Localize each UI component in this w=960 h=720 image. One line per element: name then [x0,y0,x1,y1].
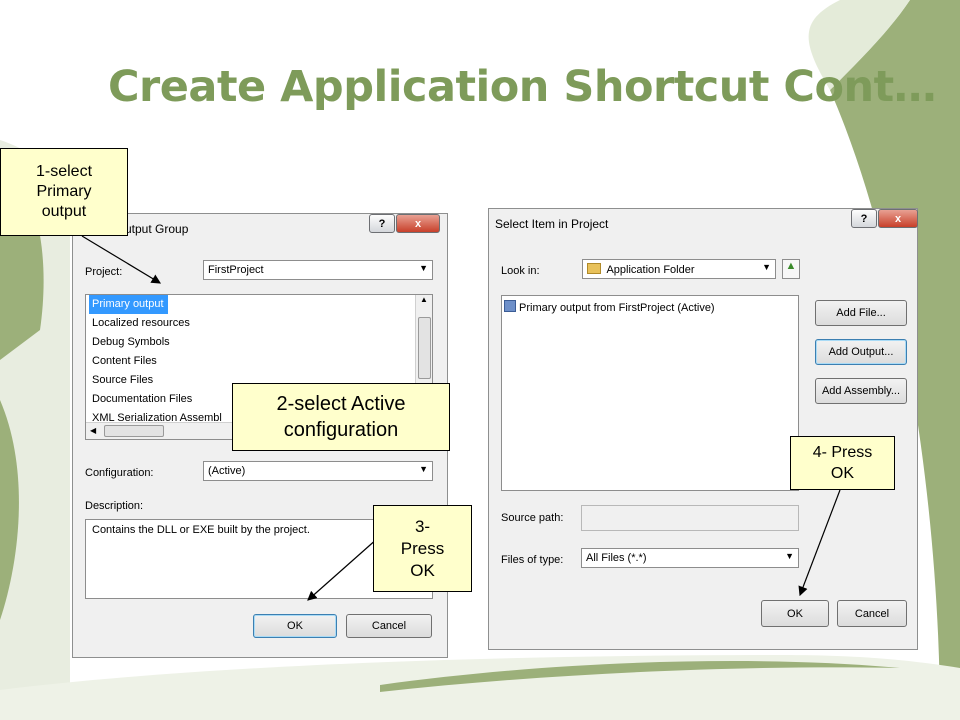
configuration-label: Configuration: [85,467,154,479]
chevron-down-icon: ▼ [419,464,428,474]
description-text: Contains the DLL or EXE built by the pro… [92,524,310,536]
description-label: Description: [85,500,144,512]
project-label: Project: [85,266,123,278]
folder-up-icon: ▲ [785,260,797,272]
callout-line: 3- [414,516,431,536]
list-item[interactable]: Localized resources [86,314,432,333]
list-item[interactable]: Primary output [86,295,432,314]
cancel-button[interactable]: Cancel [837,600,907,627]
add-assembly-button[interactable]: Add Assembly... [815,378,907,404]
callout-step-2: 2-select Active configuration [232,383,450,451]
h-scroll-thumb[interactable] [104,425,164,437]
callout-line: output [41,203,87,220]
source-path-field [581,505,799,531]
list-item-label: Debug Symbols [92,336,170,348]
callout-step-1: 1-select Primary output [0,148,128,236]
list-item[interactable]: Primary output from FirstProject (Active… [504,300,796,314]
source-path-label: Source path: [501,512,564,524]
scroll-thumb[interactable] [418,317,431,379]
ok-button[interactable]: OK [761,600,829,627]
select-item-in-project-dialog: Select Item in Project ? x Look in: Appl… [488,208,918,650]
look-in-combobox-value: Application Folder [606,264,695,276]
look-in-combobox[interactable]: Application Folder ▼ [582,259,776,279]
folder-up-button[interactable]: ▲ [782,259,800,279]
files-of-type-label: Files of type: [501,554,564,566]
help-button[interactable]: ? [851,209,877,228]
close-button[interactable]: x [396,214,440,233]
callout-line: OK [830,465,855,482]
callout-line: 2-select Active [276,393,406,415]
configuration-combobox[interactable]: (Active) ▼ [203,461,433,481]
configuration-combobox-value: (Active) [208,465,246,477]
callout-line: Primary [36,183,92,200]
output-icon [504,300,516,312]
callout-line: OK [410,560,435,580]
scroll-up-icon[interactable]: ▲ [416,295,432,304]
list-item[interactable]: Debug Symbols [86,333,432,352]
cancel-button[interactable]: Cancel [346,614,432,638]
help-button[interactable]: ? [369,214,395,233]
look-in-label: Look in: [501,265,540,277]
slide-title: Create Application Shortcut Cont… [108,62,937,112]
list-item-label: Source Files [92,374,154,386]
callout-line: 4- Press [812,444,873,461]
chevron-down-icon: ▼ [419,263,428,273]
items-listbox[interactable]: Primary output from FirstProject (Active… [501,295,799,491]
dialog-title: Select Item in Project [495,217,609,231]
list-item-label: Primary output [89,295,168,314]
files-of-type-combobox[interactable]: All Files (*.*) ▼ [581,548,799,568]
callout-line: 1-select [35,163,93,180]
folder-icon [587,263,601,274]
callout-line: Press [400,538,445,558]
close-button[interactable]: x [878,209,918,228]
ok-button[interactable]: OK [253,614,337,638]
project-combobox[interactable]: FirstProject ▼ [203,260,433,280]
files-of-type-value: All Files (*.*) [586,552,647,564]
list-item-label: Documentation Files [92,393,193,405]
list-item-label: Localized resources [92,317,190,329]
scroll-left-icon[interactable]: ◀ [90,426,96,435]
callout-line: configuration [283,419,399,441]
project-combobox-value: FirstProject [208,264,264,276]
list-item-label: Content Files [92,355,157,367]
item-label: Primary output from FirstProject (Active… [519,302,715,314]
chevron-down-icon: ▼ [762,262,771,272]
callout-step-3: 3- Press OK [373,505,472,592]
add-file-button[interactable]: Add File... [815,300,907,326]
chevron-down-icon: ▼ [785,551,794,561]
list-item[interactable]: Content Files [86,352,432,371]
callout-step-4: 4- Press OK [790,436,895,490]
add-output-button[interactable]: Add Output... [815,339,907,365]
